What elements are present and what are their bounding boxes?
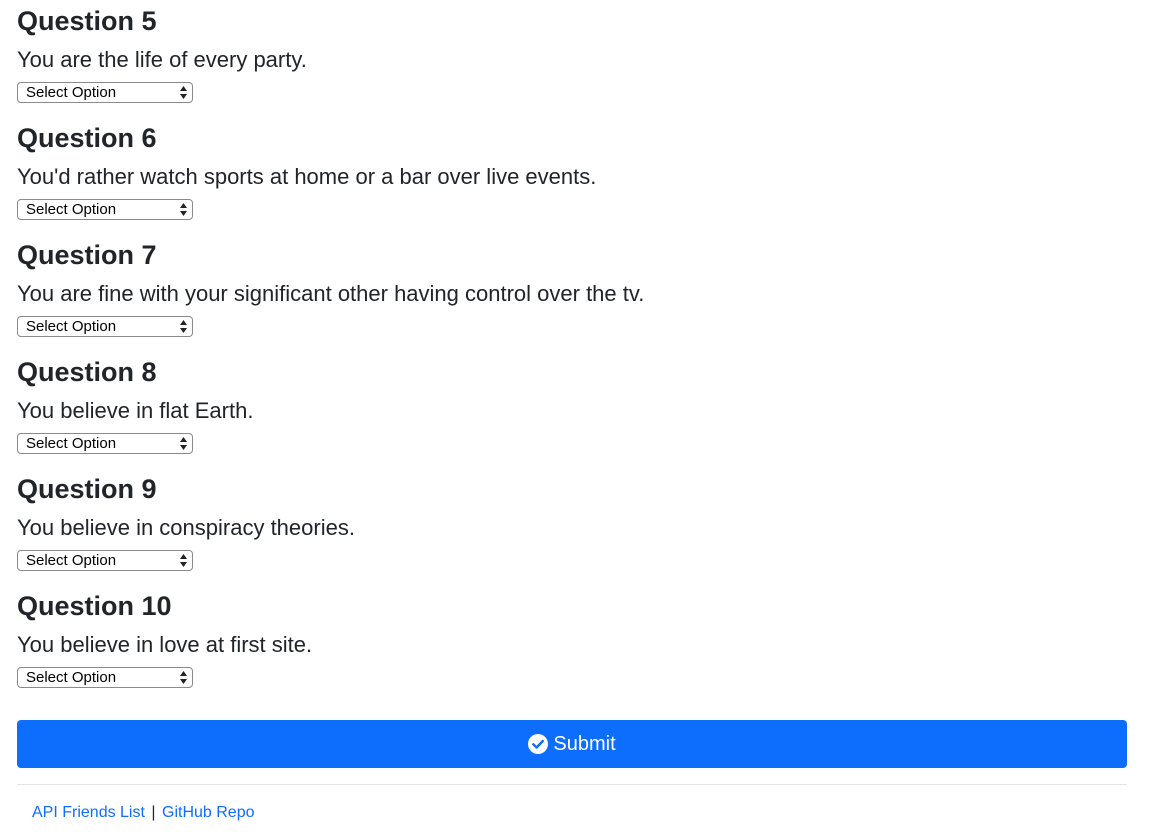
question-text: You are fine with your significant other… xyxy=(17,281,645,306)
question-title: Question 10 xyxy=(17,591,172,621)
select-value: Select Option xyxy=(26,435,117,452)
footer: API Friends List | GitHub Repo xyxy=(32,803,255,823)
question-text: You are the life of every party. xyxy=(17,47,307,72)
question-9: Question 9 You believe in conspiracy the… xyxy=(17,468,1127,585)
question-text: You'd rather watch sports at home or a b… xyxy=(17,164,597,189)
answer-select[interactable]: Select Option xyxy=(17,433,193,454)
answer-select[interactable]: Select Option xyxy=(17,667,193,688)
select-arrows-icon xyxy=(180,203,187,216)
question-8: Question 8 You believe in flat Earth. Se… xyxy=(17,351,1127,468)
question-5: Question 5 You are the life of every par… xyxy=(17,0,1127,117)
question-title: Question 7 xyxy=(17,240,157,270)
question-7: Question 7 You are fine with your signif… xyxy=(17,234,1127,351)
select-arrows-icon xyxy=(180,554,187,567)
check-circle-icon xyxy=(528,734,549,754)
submit-label: Submit xyxy=(553,732,616,755)
select-arrows-icon xyxy=(180,86,187,99)
footer-separator: | xyxy=(151,804,156,821)
select-value: Select Option xyxy=(26,669,117,686)
select-value: Select Option xyxy=(26,552,117,569)
answer-select[interactable]: Select Option xyxy=(17,82,193,103)
submit-button[interactable]: Submit xyxy=(17,720,1127,768)
question-text: You believe in love at first site. xyxy=(17,632,313,657)
select-value: Select Option xyxy=(26,201,117,218)
question-title: Question 8 xyxy=(17,357,157,387)
question-10: Question 10 You believe in love at first… xyxy=(17,585,1127,702)
select-arrows-icon xyxy=(180,671,187,684)
question-text: You believe in conspiracy theories. xyxy=(17,515,355,540)
question-title: Question 5 xyxy=(17,6,157,36)
question-6: Question 6 You'd rather watch sports at … xyxy=(17,117,1127,234)
select-arrows-icon xyxy=(180,320,187,333)
select-value: Select Option xyxy=(26,318,117,335)
question-title: Question 6 xyxy=(17,123,157,153)
footer-divider xyxy=(17,784,1127,785)
answer-select[interactable]: Select Option xyxy=(17,199,193,220)
answer-select[interactable]: Select Option xyxy=(17,550,193,571)
select-arrows-icon xyxy=(180,437,187,450)
survey-form: Question 5 You are the life of every par… xyxy=(17,0,1127,821)
question-title: Question 9 xyxy=(17,474,157,504)
select-value: Select Option xyxy=(26,84,117,101)
api-friends-list-link[interactable]: API Friends List xyxy=(32,804,145,821)
question-text: You believe in flat Earth. xyxy=(17,398,254,423)
answer-select[interactable]: Select Option xyxy=(17,316,193,337)
github-repo-link[interactable]: GitHub Repo xyxy=(162,804,255,821)
